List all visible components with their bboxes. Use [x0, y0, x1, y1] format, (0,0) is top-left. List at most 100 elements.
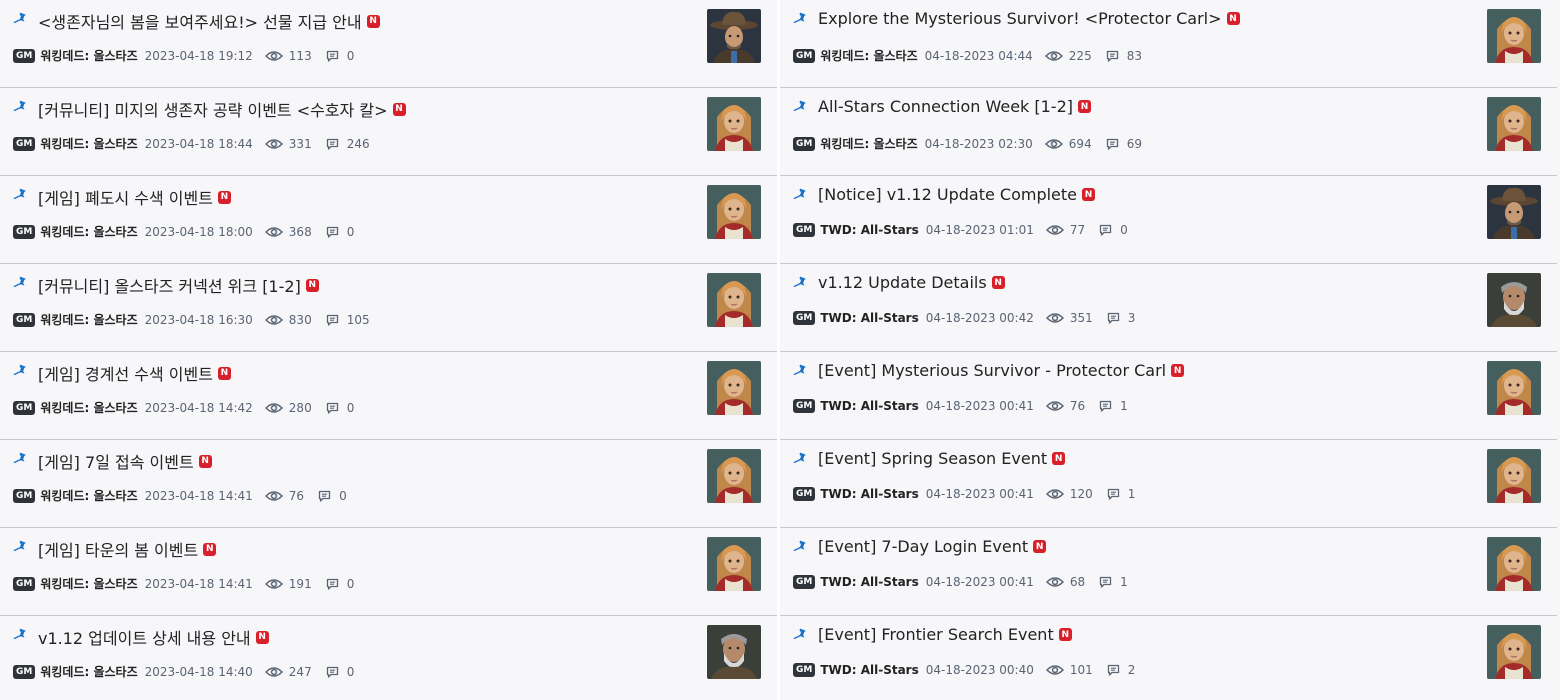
- post-title-wrap[interactable]: All-Stars Connection Week [1-2] N: [818, 97, 1091, 116]
- gm-badge: GM: [13, 664, 36, 679]
- post-title-wrap[interactable]: [Notice] v1.12 Update Complete N: [818, 185, 1096, 204]
- post-title[interactable]: [Event] Spring Season Event: [818, 449, 1047, 468]
- post-title[interactable]: All-Stars Connection Week [1-2]: [818, 97, 1073, 116]
- post-thumbnail[interactable]: [707, 537, 761, 591]
- post-title-wrap[interactable]: [Event] Frontier Search Event N: [818, 625, 1072, 644]
- post-row[interactable]: [Notice] v1.12 Update Complete N GM TWD:…: [780, 176, 1557, 264]
- post-thumbnail[interactable]: [1487, 97, 1541, 151]
- post-thumbnail[interactable]: [707, 185, 761, 239]
- new-badge-icon: N: [255, 630, 269, 644]
- post-title[interactable]: v1.12 Update Details: [818, 273, 987, 292]
- post-title[interactable]: [게임] 폐도시 수색 이벤트: [38, 185, 213, 209]
- post-row[interactable]: All-Stars Connection Week [1-2] N GM 워킹데…: [780, 88, 1557, 176]
- post-title[interactable]: <생존자님의 봄을 보여주세요!> 선물 지급 안내: [38, 9, 362, 33]
- post-title-wrap[interactable]: [게임] 폐도시 수색 이벤트 N: [38, 185, 231, 209]
- post-row[interactable]: [게임] 7일 접속 이벤트 N GM 워킹데드: 올스타즈 2023-04-1…: [0, 440, 777, 528]
- post-title-wrap[interactable]: [게임] 경계선 수색 이벤트 N: [38, 361, 231, 385]
- post-author[interactable]: TWD: All-Stars: [820, 399, 918, 413]
- post-author[interactable]: 워킹데드: 올스타즈: [820, 47, 917, 64]
- post-title-wrap[interactable]: [게임] 7일 접속 이벤트 N: [38, 449, 212, 473]
- comment-icon: [1100, 576, 1112, 588]
- post-thumbnail[interactable]: [707, 361, 761, 415]
- post-thumbnail[interactable]: [1487, 361, 1541, 415]
- comment-count: 0: [346, 664, 355, 679]
- comment-icon: [1107, 312, 1119, 324]
- post-title-wrap[interactable]: [커뮤니티] 미지의 생존자 공략 이벤트 <수호자 칼> N: [38, 97, 406, 121]
- comment-icon: [326, 138, 338, 150]
- gm-badge: GM: [793, 399, 816, 413]
- post-thumbnail[interactable]: [1487, 537, 1541, 591]
- post-row[interactable]: [Event] Mysterious Survivor - Protector …: [780, 352, 1557, 440]
- post-row[interactable]: [게임] 타운의 봄 이벤트 N GM 워킹데드: 올스타즈 2023-04-1…: [0, 528, 777, 616]
- post-thumbnail[interactable]: [707, 97, 761, 151]
- post-row[interactable]: v1.12 업데이트 상세 내용 안내 N GM 워킹데드: 올스타즈 2023…: [0, 616, 777, 700]
- eye-icon: [264, 490, 283, 501]
- post-row[interactable]: Explore the Mysterious Survivor! <Protec…: [780, 0, 1557, 88]
- post-author[interactable]: TWD: All-Stars: [820, 487, 918, 501]
- post-thumbnail[interactable]: [1487, 449, 1541, 503]
- post-title[interactable]: [Event] Frontier Search Event: [818, 625, 1054, 644]
- post-title-wrap[interactable]: [Event] 7-Day Login Event N: [818, 537, 1047, 556]
- post-author[interactable]: 워킹데드: 올스타즈: [40, 663, 137, 680]
- post-author[interactable]: 워킹데드: 올스타즈: [40, 47, 137, 64]
- comment-count: 3: [1127, 311, 1136, 325]
- post-title-wrap[interactable]: v1.12 업데이트 상세 내용 안내 N: [38, 625, 269, 649]
- post-row[interactable]: [커뮤니티] 올스타즈 커넥션 위크 [1-2] N GM 워킹데드: 올스타즈…: [0, 264, 777, 352]
- post-title-wrap[interactable]: [게임] 타운의 봄 이벤트 N: [38, 537, 217, 561]
- post-title-wrap[interactable]: <생존자님의 봄을 보여주세요!> 선물 지급 안내 N: [38, 9, 380, 33]
- post-row[interactable]: [게임] 경계선 수색 이벤트 N GM 워킹데드: 올스타즈 2023-04-…: [0, 352, 777, 440]
- post-row[interactable]: [Event] 7-Day Login Event N GM TWD: All-…: [780, 528, 1557, 616]
- post-title[interactable]: [Notice] v1.12 Update Complete: [818, 185, 1077, 204]
- post-author[interactable]: TWD: All-Stars: [820, 311, 918, 325]
- pin-icon: [13, 628, 26, 640]
- post-author[interactable]: 워킹데드: 올스타즈: [40, 135, 137, 152]
- eye-icon: [264, 138, 283, 149]
- post-title[interactable]: [게임] 경계선 수색 이벤트: [38, 361, 213, 385]
- post-author[interactable]: 워킹데드: 올스타즈: [40, 223, 137, 240]
- post-author[interactable]: TWD: All-Stars: [820, 663, 918, 677]
- post-row[interactable]: [Event] Frontier Search Event N GM TWD: …: [780, 616, 1557, 700]
- post-title[interactable]: [게임] 타운의 봄 이벤트: [38, 537, 198, 561]
- post-row[interactable]: v1.12 Update Details N GM TWD: All-Stars…: [780, 264, 1557, 352]
- post-title[interactable]: [게임] 7일 접속 이벤트: [38, 449, 194, 473]
- post-author[interactable]: 워킹데드: 올스타즈: [40, 311, 137, 328]
- post-row[interactable]: [커뮤니티] 미지의 생존자 공략 이벤트 <수호자 칼> N GM 워킹데드:…: [0, 88, 777, 176]
- post-thumbnail[interactable]: [1487, 185, 1541, 239]
- post-date: 2023-04-18 16:30: [144, 312, 253, 327]
- post-title-wrap[interactable]: Explore the Mysterious Survivor! <Protec…: [818, 9, 1240, 28]
- post-author[interactable]: 워킹데드: 올스타즈: [40, 399, 137, 416]
- post-meta: GM 워킹데드: 올스타즈 2023-04-18 14:42 280 0: [13, 399, 354, 416]
- eye-icon: [1045, 401, 1064, 411]
- post-thumbnail[interactable]: [1487, 9, 1541, 63]
- post-title[interactable]: [Event] Mysterious Survivor - Protector …: [818, 361, 1166, 380]
- post-title[interactable]: [커뮤니티] 올스타즈 커넥션 위크 [1-2]: [38, 273, 301, 297]
- post-thumbnail[interactable]: [707, 9, 761, 63]
- post-title-wrap[interactable]: [Event] Spring Season Event N: [818, 449, 1066, 468]
- comment-icon: [326, 314, 338, 326]
- post-thumbnail[interactable]: [1487, 625, 1541, 679]
- post-title[interactable]: Explore the Mysterious Survivor! <Protec…: [818, 9, 1222, 28]
- post-date: 2023-04-18 18:00: [144, 224, 253, 239]
- post-title[interactable]: v1.12 업데이트 상세 내용 안내: [38, 625, 251, 649]
- post-author[interactable]: 워킹데드: 올스타즈: [40, 575, 137, 592]
- post-author[interactable]: 워킹데드: 올스타즈: [40, 487, 137, 504]
- gm-badge: GM: [793, 136, 816, 151]
- post-author[interactable]: TWD: All-Stars: [820, 223, 918, 237]
- post-author[interactable]: TWD: All-Stars: [820, 575, 918, 589]
- post-row[interactable]: [게임] 폐도시 수색 이벤트 N GM 워킹데드: 올스타즈 2023-04-…: [0, 176, 777, 264]
- post-title-wrap[interactable]: v1.12 Update Details N: [818, 273, 1005, 292]
- post-thumbnail[interactable]: [707, 449, 761, 503]
- post-row[interactable]: [Event] Spring Season Event N GM TWD: Al…: [780, 440, 1557, 528]
- post-row[interactable]: <생존자님의 봄을 보여주세요!> 선물 지급 안내 N GM 워킹데드: 올스…: [0, 0, 777, 88]
- post-title-wrap[interactable]: [커뮤니티] 올스타즈 커넥션 위크 [1-2] N: [38, 273, 319, 297]
- pin-icon: [793, 628, 806, 640]
- post-title-wrap[interactable]: [Event] Mysterious Survivor - Protector …: [818, 361, 1185, 380]
- post-title[interactable]: [커뮤니티] 미지의 생존자 공략 이벤트 <수호자 칼>: [38, 97, 388, 121]
- post-meta: GM 워킹데드: 올스타즈 04-18-2023 02:30 694 69: [793, 135, 1142, 152]
- post-thumbnail[interactable]: [707, 625, 761, 679]
- post-title[interactable]: [Event] 7-Day Login Event: [818, 537, 1028, 556]
- post-author[interactable]: 워킹데드: 올스타즈: [820, 135, 917, 152]
- post-thumbnail[interactable]: [707, 273, 761, 327]
- eye-icon: [1044, 50, 1063, 61]
- post-thumbnail[interactable]: [1487, 273, 1541, 327]
